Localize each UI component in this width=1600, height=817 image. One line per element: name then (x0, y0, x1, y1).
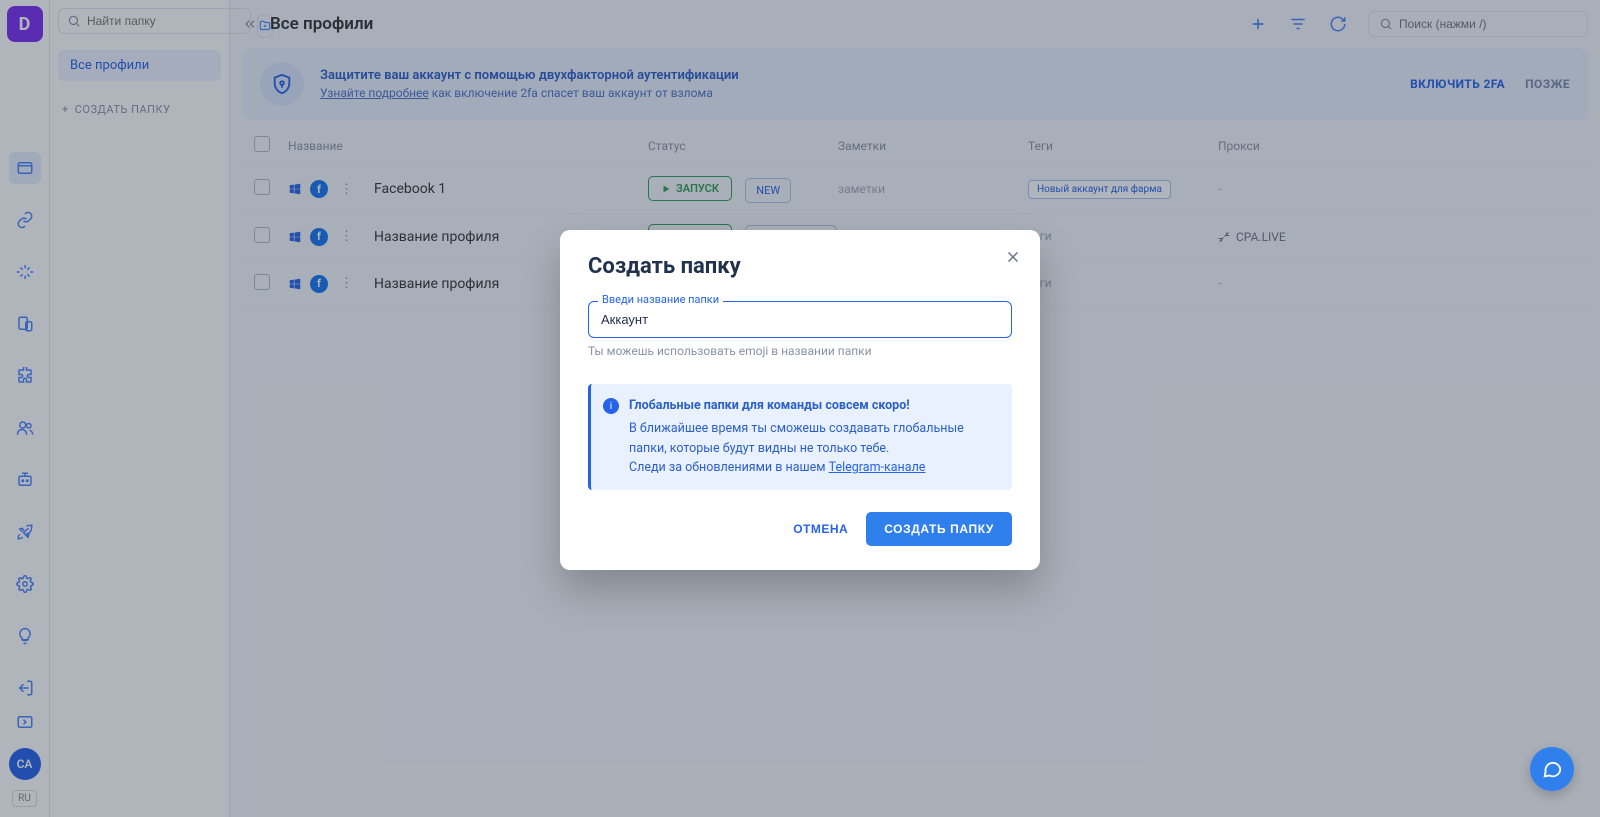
info-body-2: Следи за обновлениями в нашем (629, 460, 829, 475)
folder-name-input[interactable] (588, 301, 1012, 338)
modal-backdrop[interactable]: Создать папку Введи название папки Ты мо… (0, 0, 1600, 817)
create-folder-submit-button[interactable]: СОЗДАТЬ ПАПКУ (866, 512, 1012, 546)
close-icon[interactable] (1004, 248, 1022, 266)
telegram-link[interactable]: Telegram-канале (829, 460, 926, 475)
info-body-1: В ближайшее время ты сможешь создавать г… (629, 419, 998, 458)
info-banner: i Глобальные папки для команды совсем ск… (588, 384, 1012, 490)
field-help-text: Ты можешь использовать emoji в названии … (588, 344, 1012, 358)
cancel-button[interactable]: ОТМЕНА (793, 522, 848, 536)
modal-title: Создать папку (588, 254, 1012, 279)
field-label: Введи название папки (598, 293, 723, 306)
info-icon: i (603, 398, 619, 414)
create-folder-modal: Создать папку Введи название папки Ты мо… (560, 230, 1040, 570)
info-title: Глобальные папки для команды совсем скор… (629, 396, 998, 415)
chat-support-button[interactable] (1530, 747, 1574, 791)
